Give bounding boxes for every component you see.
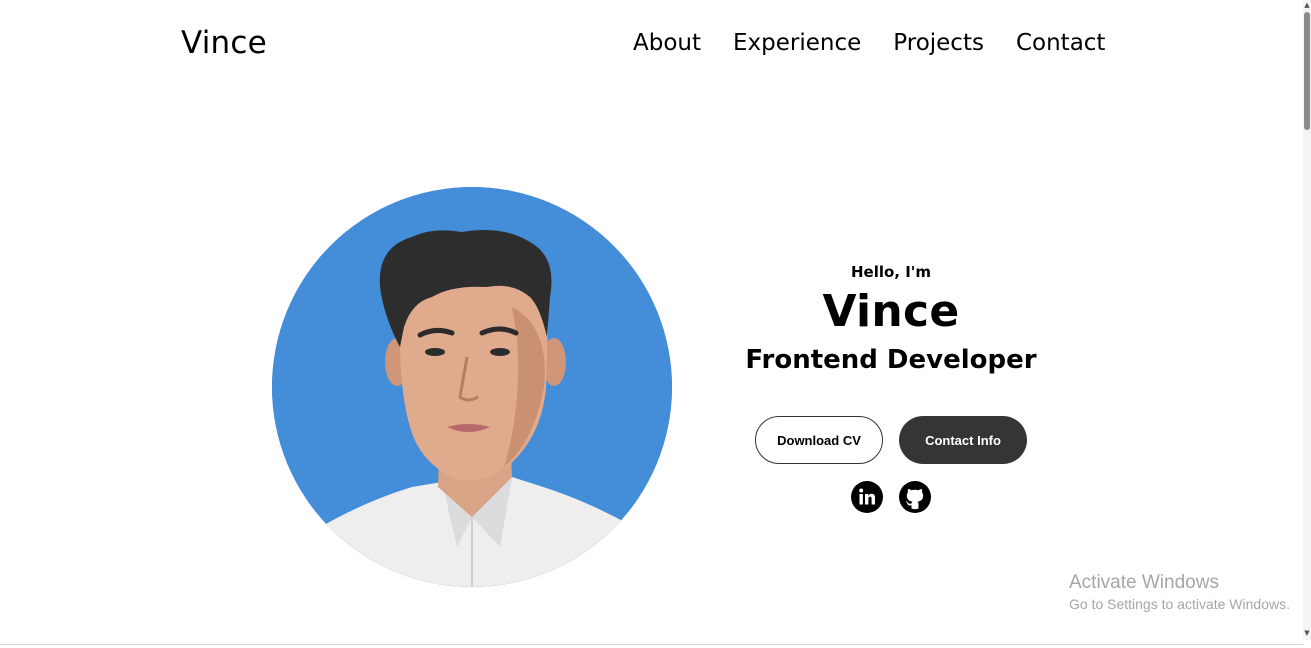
profile-portrait-illustration [272, 187, 672, 587]
main-nav: About Experience Projects Contact [633, 30, 1105, 56]
contact-info-button[interactable]: Contact Info [899, 416, 1027, 464]
watermark-title: Activate Windows [1069, 572, 1219, 593]
hero-name: Vince [822, 286, 960, 337]
nav-link-projects[interactable]: Projects [893, 30, 984, 56]
nav-link-about[interactable]: About [633, 30, 701, 56]
hero-greeting: Hello, I'm [850, 263, 932, 281]
page-scrollbar[interactable]: ▲ ▼ [1303, 0, 1311, 640]
watermark-subtitle: Go to Settings to activate Windows. [1069, 596, 1290, 612]
portfolio-page: Vince About Experience Projects Contact [0, 0, 1311, 648]
activate-windows-watermark: Activate Windows Go to Settings to activ… [1069, 572, 1290, 614]
hero-title: Frontend Developer [745, 345, 1037, 375]
linkedin-icon[interactable] [851, 481, 883, 513]
hero-text: Hello, I'm Vince Frontend Developer [741, 260, 1041, 380]
github-icon[interactable] [899, 481, 931, 513]
section-divider [0, 644, 1303, 645]
profile-picture [272, 187, 672, 587]
site-logo[interactable]: Vince [181, 25, 267, 61]
download-cv-button[interactable]: Download CV [755, 416, 883, 464]
scrollbar-thumb[interactable] [1304, 12, 1310, 130]
scroll-down-arrow-icon[interactable]: ▼ [1303, 628, 1311, 638]
nav-link-contact[interactable]: Contact [1016, 30, 1105, 56]
scroll-up-arrow-icon[interactable]: ▲ [1303, 0, 1311, 10]
nav-link-experience[interactable]: Experience [733, 30, 861, 56]
